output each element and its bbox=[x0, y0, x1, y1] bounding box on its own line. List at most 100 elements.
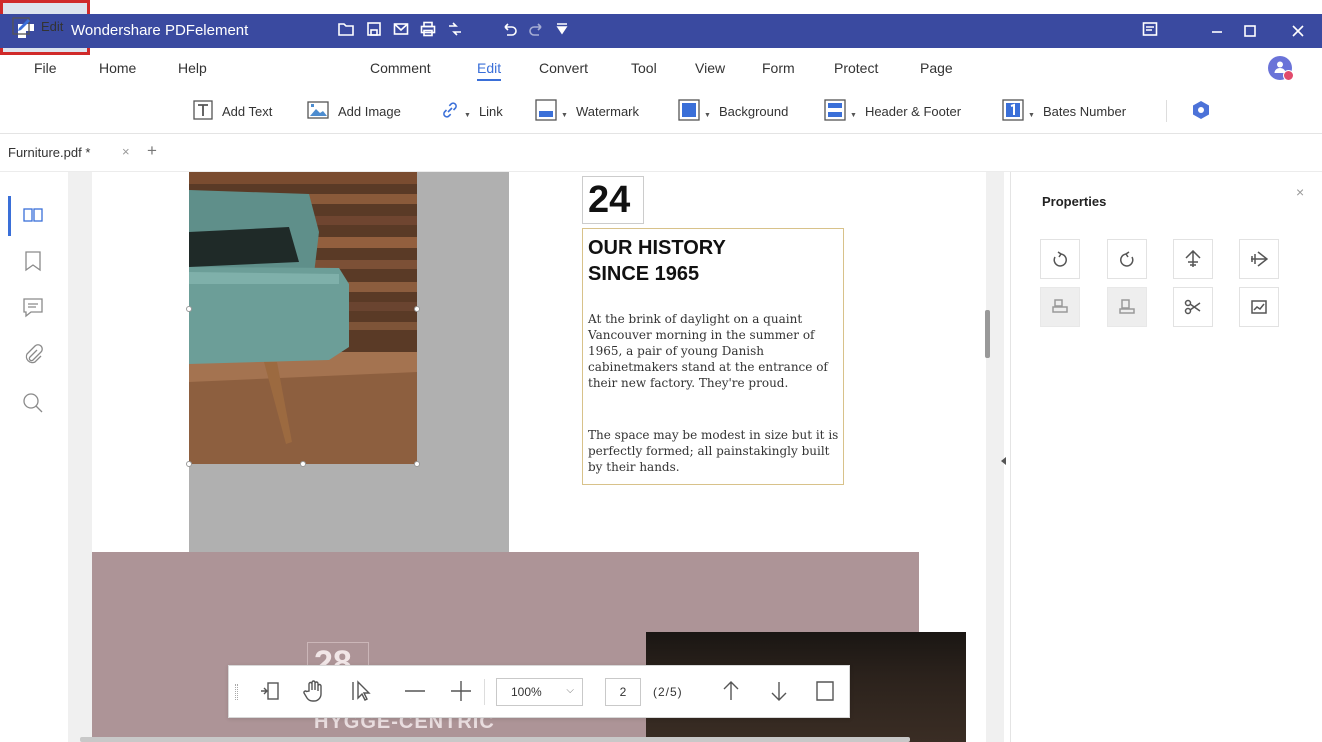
fit-width-icon[interactable] bbox=[259, 679, 285, 705]
open-folder-icon[interactable] bbox=[337, 21, 355, 39]
flip-horizontal-icon bbox=[1251, 251, 1268, 267]
zoom-level-select[interactable]: 100% ⌵ bbox=[496, 678, 583, 706]
next-page-icon[interactable] bbox=[767, 679, 793, 705]
menu-tool[interactable]: Tool bbox=[631, 60, 657, 76]
image-properties-button[interactable] bbox=[1239, 287, 1279, 327]
zoom-out-icon[interactable] bbox=[403, 679, 429, 705]
menu-file[interactable]: File bbox=[34, 60, 57, 76]
header-footer-dropdown-icon[interactable]: ▼ bbox=[850, 112, 857, 119]
watermark-dropdown-icon[interactable]: ▼ bbox=[561, 112, 568, 119]
bookmark-icon[interactable] bbox=[22, 250, 44, 272]
flip-vertical-button[interactable] bbox=[1173, 239, 1213, 279]
flip-horizontal-button[interactable] bbox=[1239, 239, 1279, 279]
menu-edit[interactable]: Edit bbox=[477, 60, 502, 81]
horizontal-scrollbar[interactable] bbox=[80, 737, 910, 742]
app-title: Wondershare PDFelement bbox=[71, 22, 249, 39]
page-count: (2/5) bbox=[653, 685, 683, 699]
bates-number-dropdown-icon[interactable]: ▼ bbox=[1028, 112, 1035, 119]
watermark-icon bbox=[535, 98, 557, 124]
hand-tool-icon[interactable] bbox=[302, 679, 328, 705]
watermark-button[interactable]: ▼ Watermark bbox=[535, 96, 639, 126]
link-icon bbox=[440, 100, 460, 123]
link-dropdown-icon[interactable]: ▼ bbox=[464, 112, 471, 119]
customize-quick-access-icon[interactable] bbox=[553, 21, 571, 39]
zoom-in-icon[interactable] bbox=[449, 679, 475, 705]
toolbar-drag-handle[interactable] bbox=[235, 684, 238, 700]
flip-vertical-icon bbox=[1185, 250, 1201, 267]
properties-title: Properties bbox=[1042, 194, 1107, 209]
menu-form[interactable]: Form bbox=[762, 60, 795, 76]
email-icon[interactable] bbox=[392, 21, 410, 39]
history-paragraph-2: The space may be modest in size but it i… bbox=[588, 428, 839, 474]
extract-image-button[interactable] bbox=[1040, 287, 1080, 327]
background-button[interactable]: ▼ Background bbox=[678, 96, 788, 126]
comment-icon[interactable] bbox=[22, 296, 44, 318]
user-avatar-icon[interactable] bbox=[1268, 56, 1294, 81]
crop-image-button[interactable] bbox=[1173, 287, 1213, 327]
select-tool-icon[interactable] bbox=[350, 679, 376, 705]
image-resize-handle[interactable] bbox=[186, 306, 192, 312]
toolbar-divider bbox=[1166, 100, 1167, 122]
page-navigation-toolbar: 100% ⌵ 2 (2/5) bbox=[228, 665, 850, 718]
title-bar: Wondershare PDFelement bbox=[0, 14, 1322, 48]
image-resize-handle[interactable] bbox=[300, 461, 306, 467]
history-paragraph-1: At the brink of daylight on a quaint Van… bbox=[588, 312, 828, 390]
document-viewport[interactable]: 24 OUR HISTORY SINCE 1965 At the brink o… bbox=[68, 172, 1004, 742]
tab-furniture-pdf[interactable]: Furniture.pdf * bbox=[8, 145, 90, 160]
notification-icon[interactable] bbox=[1141, 21, 1159, 39]
zoom-level-value: 100% bbox=[511, 685, 542, 699]
properties-close-icon[interactable]: × bbox=[1296, 184, 1304, 200]
background-dropdown-icon[interactable]: ▼ bbox=[704, 112, 711, 119]
left-sidebar bbox=[0, 172, 75, 742]
history-heading-line1: OUR HISTORY bbox=[588, 237, 726, 259]
add-text-icon bbox=[193, 99, 213, 123]
minimize-icon[interactable] bbox=[1205, 20, 1229, 42]
menu-view[interactable]: View bbox=[695, 60, 725, 76]
link-label: Link bbox=[478, 103, 503, 119]
previous-page-icon[interactable] bbox=[719, 679, 745, 705]
search-icon[interactable] bbox=[22, 392, 44, 414]
properties-panel: Properties × bbox=[1010, 172, 1322, 742]
replace-image-button[interactable] bbox=[1107, 287, 1147, 327]
share-icon[interactable] bbox=[446, 21, 464, 39]
bates-number-button[interactable]: ▼ Bates Number bbox=[1002, 96, 1126, 126]
close-icon[interactable] bbox=[1286, 20, 1310, 42]
extract-image-icon bbox=[1052, 299, 1068, 313]
image-resize-handle[interactable] bbox=[414, 306, 420, 312]
header-footer-button[interactable]: ▼ Header & Footer bbox=[824, 96, 961, 126]
tab-close-icon[interactable]: × bbox=[122, 144, 130, 159]
redo-icon[interactable] bbox=[527, 21, 545, 39]
rotate-left-button[interactable] bbox=[1040, 239, 1080, 279]
bates-number-label: Bates Number bbox=[1042, 103, 1127, 119]
link-button[interactable]: ▼ Link bbox=[440, 96, 503, 126]
page-view-icon[interactable] bbox=[813, 679, 839, 705]
settings-button[interactable] bbox=[1190, 96, 1212, 126]
add-image-button[interactable]: Add Image bbox=[307, 96, 401, 126]
vertical-scrollbar[interactable] bbox=[985, 310, 990, 358]
menu-help[interactable]: Help bbox=[178, 60, 207, 76]
menu-comment[interactable]: Comment bbox=[370, 60, 431, 76]
menu-protect[interactable]: Protect bbox=[834, 60, 878, 76]
image-resize-handle[interactable] bbox=[186, 461, 192, 467]
add-text-label: Add Text bbox=[222, 103, 273, 119]
rotate-right-icon bbox=[1120, 251, 1134, 267]
page-big-number[interactable]: 24 bbox=[582, 176, 644, 224]
maximize-icon[interactable] bbox=[1238, 20, 1262, 42]
attachment-icon[interactable] bbox=[22, 344, 44, 366]
menu-page[interactable]: Page bbox=[920, 60, 953, 76]
image-resize-handle[interactable] bbox=[414, 461, 420, 467]
undo-icon[interactable] bbox=[501, 21, 519, 39]
menu-convert[interactable]: Convert bbox=[539, 60, 588, 76]
rotate-right-button[interactable] bbox=[1107, 239, 1147, 279]
page-number-input[interactable]: 2 bbox=[605, 678, 641, 706]
header-footer-icon bbox=[824, 98, 846, 124]
print-icon[interactable] bbox=[419, 21, 437, 39]
new-tab-icon[interactable]: + bbox=[147, 141, 157, 161]
collapse-right-panel-icon[interactable] bbox=[1001, 457, 1006, 465]
history-text-box[interactable]: OUR HISTORY SINCE 1965 At the brink of d… bbox=[582, 228, 844, 485]
save-icon[interactable] bbox=[365, 21, 383, 39]
add-text-button[interactable]: Add Text bbox=[193, 96, 272, 126]
thumbnail-icon[interactable] bbox=[22, 204, 44, 226]
menu-home[interactable]: Home bbox=[99, 60, 136, 76]
armchair-photo[interactable] bbox=[189, 172, 417, 464]
